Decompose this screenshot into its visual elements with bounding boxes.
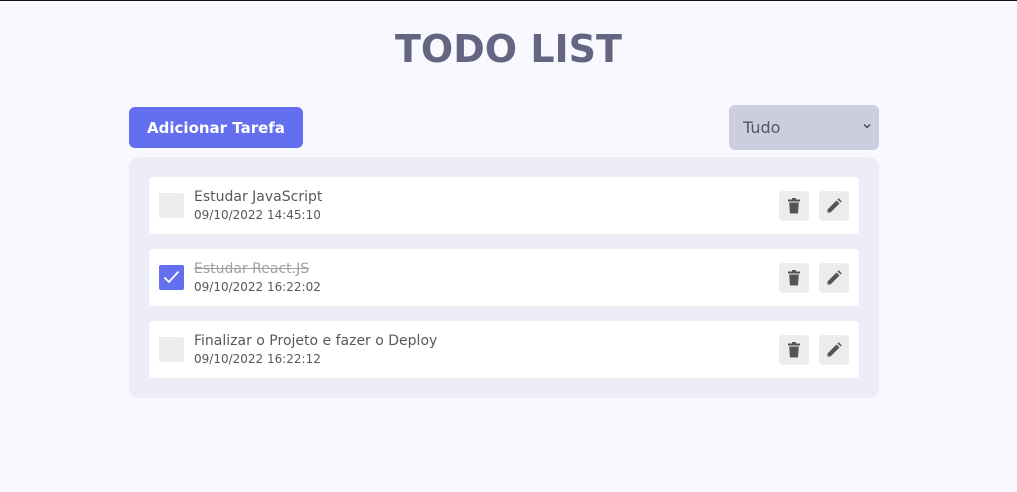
todo-title: Estudar React.JS [194,261,310,277]
toolbar: Adicionar Tarefa Tudo [129,105,879,150]
trash-icon [788,270,800,286]
trash-icon [788,342,800,358]
todo-text: Estudar React.JS 09/10/2022 16:22:02 [194,259,321,295]
todo-item: Estudar JavaScript 09/10/2022 14:45:10 [149,177,859,234]
todo-text: Finalizar o Projeto e fazer o Deploy 09/… [194,331,437,367]
todo-text: Estudar JavaScript 09/10/2022 14:45:10 [194,187,322,223]
delete-button[interactable] [779,263,809,293]
filter-select[interactable]: Tudo [729,105,879,150]
pencil-icon [827,270,842,285]
chevron-down-icon [863,124,871,129]
filter-selected-value: Tudo [743,118,781,137]
page-title: TODO LIST [395,27,622,71]
todo-timestamp: 09/10/2022 16:22:12 [194,352,321,366]
edit-button[interactable] [819,335,849,365]
pencil-icon [827,342,842,357]
pencil-icon [827,198,842,213]
todo-timestamp: 09/10/2022 16:22:02 [194,280,321,294]
delete-button[interactable] [779,335,809,365]
todo-item: Estudar React.JS 09/10/2022 16:22:02 [149,249,859,306]
delete-button[interactable] [779,191,809,221]
todo-item: Finalizar o Projeto e fazer o Deploy 09/… [149,321,859,378]
page: TODO LIST Adicionar Tarefa Tudo Estudar … [0,0,1017,492]
add-task-button[interactable]: Adicionar Tarefa [129,107,303,148]
todo-checkbox[interactable] [159,193,184,218]
todo-checkbox[interactable] [159,265,184,290]
check-icon [163,270,180,284]
todo-checkbox[interactable] [159,337,184,362]
todo-title: Estudar JavaScript [194,189,323,205]
trash-icon [788,198,800,214]
todo-title: Finalizar o Projeto e fazer o Deploy [194,333,438,349]
todo-timestamp: 09/10/2022 14:45:10 [194,208,321,222]
edit-button[interactable] [819,263,849,293]
edit-button[interactable] [819,191,849,221]
todo-list: Estudar JavaScript 09/10/2022 14:45:10 E… [129,157,879,398]
